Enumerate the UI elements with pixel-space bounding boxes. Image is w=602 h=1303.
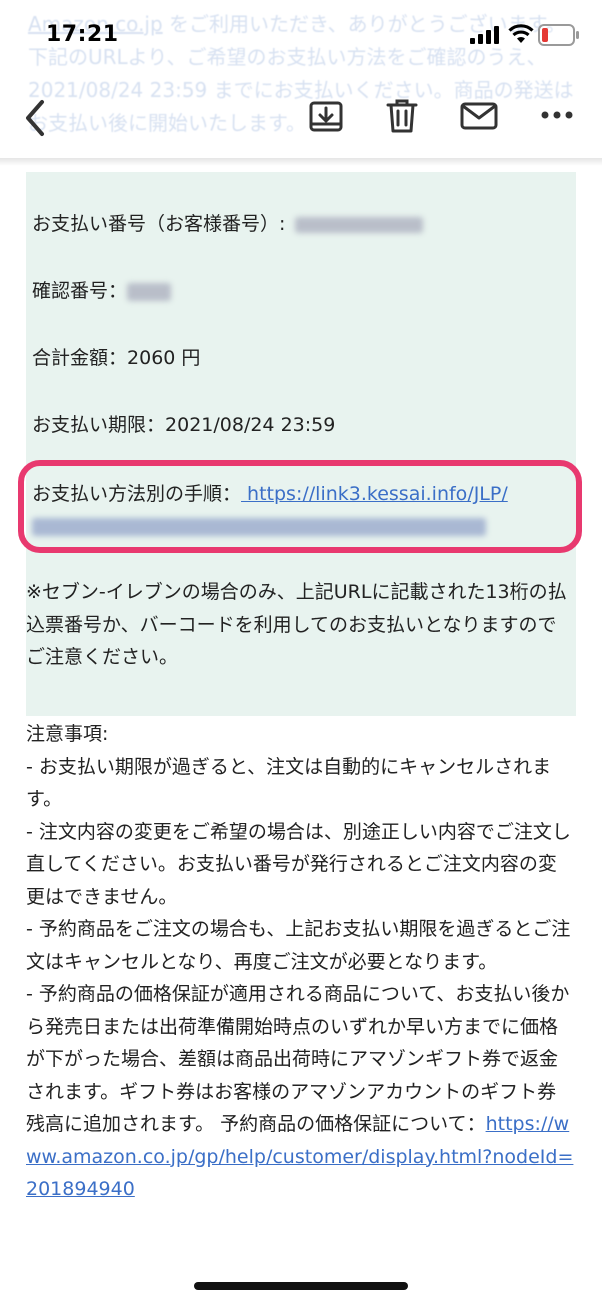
cellular-signal-icon xyxy=(470,26,499,44)
note-item-4: - 予約商品の価格保証が適用される商品について、お支払い後から発売日または出荷準… xyxy=(26,978,574,1206)
total-label: 合計金額： xyxy=(32,347,128,369)
trash-icon[interactable] xyxy=(386,98,418,134)
toolbar-divider xyxy=(0,158,602,166)
email-toolbar xyxy=(0,86,602,156)
more-options-icon[interactable] xyxy=(540,110,574,120)
status-bar: 17:21 xyxy=(0,0,602,58)
mail-icon[interactable] xyxy=(460,102,498,130)
battery-low-icon xyxy=(538,24,579,46)
confirmation-number-row: 確認番号： xyxy=(32,279,172,303)
note-item-3: - 予約商品をご注文の場合も、上記お支払い期限を過ぎるとご注文はキャンセルとなり… xyxy=(26,918,571,973)
confirmation-number-label: 確認番号： xyxy=(32,280,128,302)
wifi-icon xyxy=(508,24,534,43)
notes-section: 注意事項: - お支払い期限が過ぎると、注文は自動的にキャンセルされます。 - … xyxy=(26,718,574,1206)
note-item-2: - 注文内容の変更をご希望の場合は、別途正しい内容でご注文し直してください。お支… xyxy=(26,820,571,908)
seven-eleven-note: ※セブン-イレブンの場合のみ、上記URLに記載された13桁の払込票番号か、バーコ… xyxy=(26,581,567,668)
highlight-frame xyxy=(18,460,582,553)
redacted-payment-number xyxy=(295,216,424,233)
deadline-value: 2021/08/24 23:59 xyxy=(165,414,336,436)
home-indicator[interactable] xyxy=(194,1282,408,1290)
total-value: 2060 円 xyxy=(127,347,201,369)
deadline-label: お支払い期限： xyxy=(32,414,166,436)
payment-number-label: お支払い番号（お客様番号）: xyxy=(32,213,286,235)
redacted-confirmation-number xyxy=(127,282,172,301)
deadline-row: お支払い期限：2021/08/24 23:59 xyxy=(32,413,335,437)
archive-icon[interactable] xyxy=(308,98,344,134)
note-item-1: - お支払い期限が過ぎると、注文は自動的にキャンセルされます。 xyxy=(26,755,552,811)
total-row: 合計金額：2060 円 xyxy=(32,346,200,370)
back-chevron-icon[interactable] xyxy=(20,96,50,140)
status-time: 17:21 xyxy=(46,22,119,47)
notes-heading: 注意事項: xyxy=(26,723,109,745)
payment-number-row: お支払い番号（お客様番号）: xyxy=(32,212,424,236)
